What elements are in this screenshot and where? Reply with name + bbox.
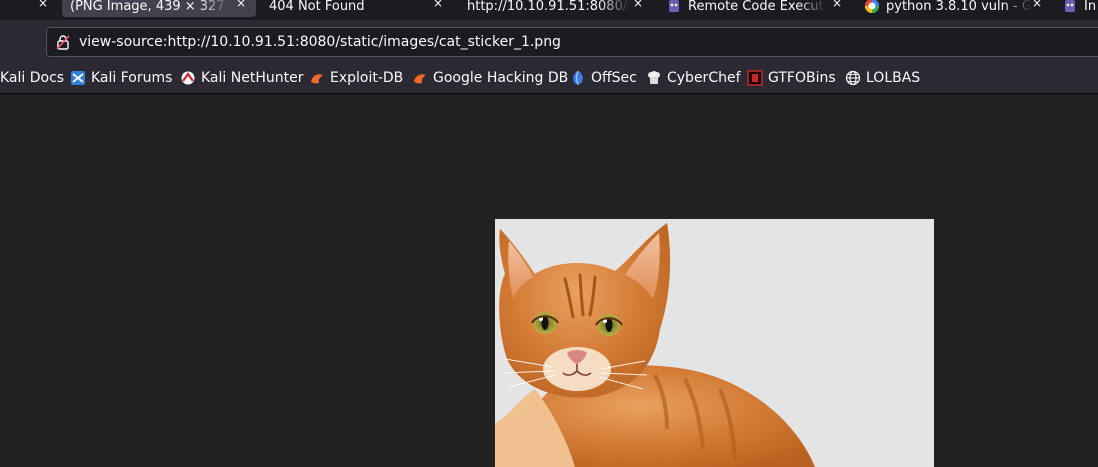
bookmark-label: Exploit-DB	[330, 70, 404, 86]
tab-png-image[interactable]: (PNG Image, 439 × 327 pixels)	[62, 0, 256, 17]
close-tab-icon[interactable]: ×	[36, 0, 50, 12]
tab-partial[interactable]: In	[1062, 0, 1098, 17]
bookmark-label: Kali NetHunter	[201, 70, 304, 86]
bookmark-lolbas[interactable]: LOLBAS	[845, 68, 920, 88]
close-tab-icon[interactable]: ×	[234, 0, 248, 12]
ghdb-icon	[414, 74, 426, 84]
bookmark-gtfobins[interactable]: GTFOBins	[747, 68, 836, 88]
google-icon	[865, 0, 879, 13]
bookmark-offsec[interactable]: OffSec	[570, 68, 637, 88]
bookmark-label: OffSec	[591, 70, 637, 86]
bookmark-google-hacking-db[interactable]: Google Hacking DB	[412, 68, 568, 88]
close-tab-icon[interactable]: ×	[631, 0, 645, 12]
bookmark-exploit-db[interactable]: Exploit-DB	[309, 68, 403, 88]
cyberchef-icon	[648, 71, 660, 84]
kali-forums-icon	[71, 71, 85, 85]
tab-title: http://10.10.91.51:8080/static	[467, 0, 631, 14]
gtfobins-icon	[747, 70, 763, 86]
tab-title: python 3.8.10 vuln - Google	[886, 0, 1032, 14]
cat-sticker-image[interactable]	[495, 219, 934, 467]
image-viewer	[0, 95, 1098, 467]
tab-static-url[interactable]: http://10.10.91.51:8080/static	[467, 0, 631, 17]
globe-icon	[845, 70, 861, 86]
address-bar[interactable]: view-source:http://10.10.91.51:8080/stat…	[46, 27, 1098, 57]
tab-python-vuln[interactable]: python 3.8.10 vuln - Google	[864, 0, 1034, 17]
cat-illustration	[495, 219, 934, 467]
tab-strip: × (PNG Image, 439 × 327 pixels) × 404 No…	[0, 0, 1098, 20]
close-tab-icon[interactable]: ×	[830, 0, 844, 12]
offsec-icon	[573, 70, 583, 86]
tab-title: (PNG Image, 439 × 327 pixels)	[70, 0, 230, 14]
url-text[interactable]: view-source:http://10.10.91.51:8080/stat…	[79, 34, 561, 50]
bookmark-cyberchef[interactable]: CyberChef	[646, 68, 741, 88]
close-tab-icon[interactable]: ×	[1030, 0, 1044, 12]
bookmark-label: Kali Forums	[91, 70, 173, 86]
hacktricks-icon	[669, 0, 679, 12]
close-tab-icon[interactable]: ×	[431, 0, 445, 12]
bookmark-label: LOLBAS	[866, 70, 921, 86]
navigation-toolbar: view-source:http://10.10.91.51:8080/stat…	[0, 20, 1098, 62]
tab-title: 404 Not Found	[269, 0, 365, 14]
page-info-icon[interactable]	[55, 34, 71, 50]
bookmarks-toolbar: Kali Docs Kali Forums Kali NetHunter Exp…	[0, 62, 1098, 94]
nethunter-icon	[181, 71, 195, 85]
exploit-db-icon	[311, 74, 323, 84]
tab-remote-code-execution[interactable]: Remote Code Execution	[666, 0, 826, 17]
hacktricks-icon	[1065, 0, 1075, 12]
bookmark-kali-forums[interactable]: Kali Forums	[70, 68, 172, 88]
tab-404-not-found[interactable]: 404 Not Found	[269, 0, 419, 17]
tab-title: In	[1084, 0, 1097, 14]
bookmark-kali-nethunter[interactable]: Kali NetHunter	[180, 68, 303, 88]
bookmark-label: CyberChef	[667, 70, 741, 86]
bookmark-label: Kali Docs	[0, 70, 65, 86]
bookmark-label: GTFOBins	[768, 70, 836, 86]
tab-title: Remote Code Execution	[688, 0, 826, 14]
bookmark-label: Google Hacking DB	[433, 70, 569, 86]
bookmark-kali-docs[interactable]: Kali Docs	[0, 68, 64, 88]
